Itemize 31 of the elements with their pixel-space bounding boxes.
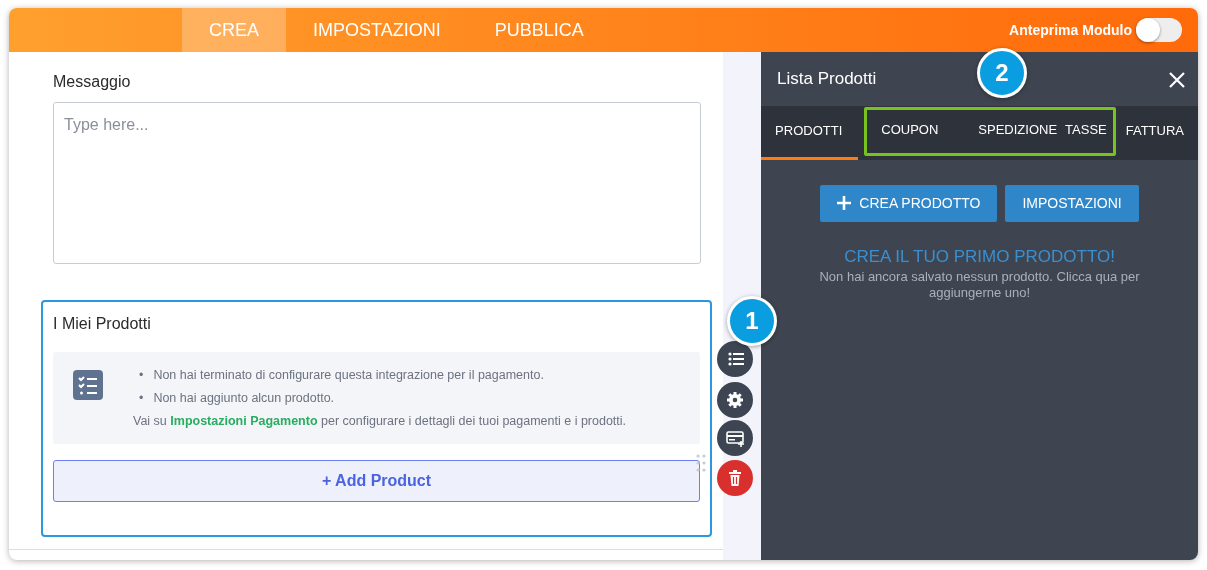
drag-handle-icon[interactable] bbox=[696, 454, 706, 472]
nav-tab[interactable]: IMPOSTAZIONI bbox=[286, 8, 468, 52]
delete-button[interactable] bbox=[717, 460, 753, 496]
field-label: Messaggio bbox=[53, 72, 132, 92]
empty-title: CREA IL TUO PRIMO PRODOTTO! bbox=[843, 245, 1116, 268]
list-button[interactable] bbox=[717, 341, 753, 377]
empty-text: Non hai ancora salvato nessun prodotto. Clicca qua per aggiungerne uno! bbox=[818, 269, 1141, 301]
bullet: • bbox=[139, 389, 144, 407]
panel-tab[interactable]: TASSE bbox=[1061, 109, 1113, 153]
notice-item: Non hai aggiunto alcun prodotto. bbox=[153, 389, 335, 407]
panel-tab[interactable]: COUPON bbox=[867, 109, 969, 153]
toggle-label: Anteprima Modulo bbox=[1009, 20, 1132, 40]
notice-item: Non hai terminato di configurare questa integrazione per il pagamento. bbox=[153, 367, 544, 384]
nav-tab[interactable]: PUBBLICA bbox=[467, 8, 611, 52]
message-field[interactable]: Type here... bbox=[53, 102, 701, 264]
block-title: I Miei Prodotti bbox=[53, 314, 152, 334]
bullet: • bbox=[139, 367, 144, 384]
panel-tab[interactable]: SPEDIZIONE bbox=[968, 109, 1062, 153]
create-product-button[interactable]: CREA PRODOTTO bbox=[820, 184, 998, 222]
add-product-button[interactable]: + Add Product bbox=[53, 460, 700, 503]
settings-button[interactable] bbox=[717, 382, 753, 418]
payment-button[interactable] bbox=[717, 420, 753, 456]
panel-title: Lista Prodotti bbox=[777, 68, 877, 90]
plus-icon bbox=[837, 196, 852, 210]
preview-toggle[interactable] bbox=[1136, 18, 1182, 42]
settings-icon bbox=[724, 389, 746, 411]
panel-tab[interactable]: PRODOTTI bbox=[761, 105, 859, 160]
settings-button[interactable]: IMPOSTAZIONI bbox=[1005, 184, 1139, 222]
checklist-icon bbox=[73, 370, 103, 400]
notice-text: Vai su Impostazioni Pagamento per configurare i dettagli dei tuoi pagamenti e i prodotti. bbox=[133, 412, 627, 430]
panel-tab[interactable]: FATTURA bbox=[1115, 105, 1198, 160]
